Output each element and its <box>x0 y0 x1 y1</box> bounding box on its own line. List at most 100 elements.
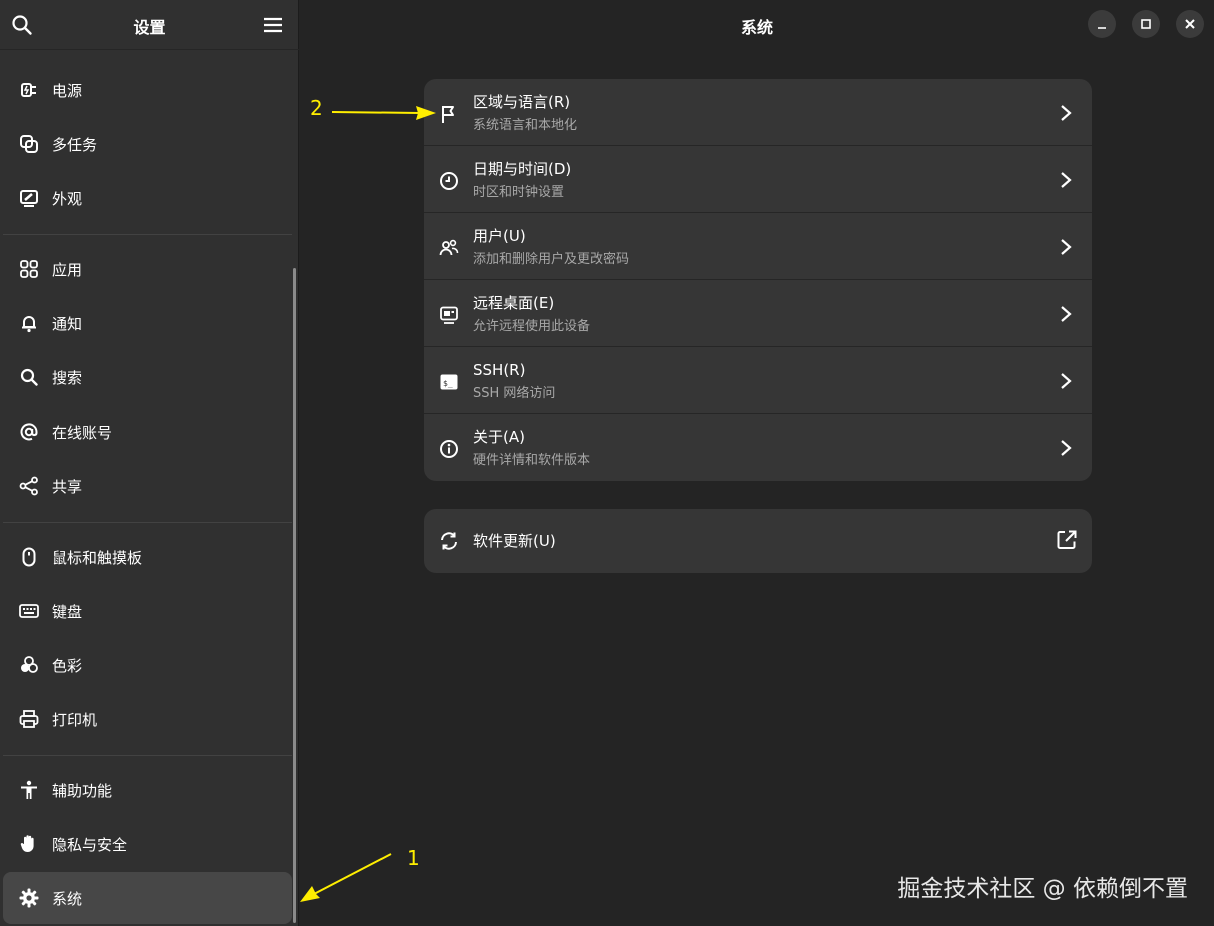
sidebar-item-label: 多任务 <box>52 135 98 154</box>
sidebar-item-keyboard[interactable]: 键盘 <box>3 585 292 637</box>
sidebar-item-label: 辅助功能 <box>52 781 113 800</box>
gear-icon <box>19 888 39 908</box>
minimize-icon <box>1098 27 1106 29</box>
row-about[interactable]: 关于(A) 硬件详情和软件版本 <box>424 414 1092 481</box>
sidebar-item-privacy-security[interactable]: 隐私与安全 <box>3 818 292 870</box>
sidebar: 设置 电源 多任务 外观 应用 通知 搜索 在线账号 共享 鼠标和触摸板 键盘 … <box>0 0 299 926</box>
sidebar-item-label: 系统 <box>52 889 83 908</box>
row-subtitle: 系统语言和本地化 <box>473 118 578 133</box>
sidebar-separator <box>3 234 292 235</box>
row-date-time[interactable]: 日期与时间(D) 时区和时钟设置 <box>424 146 1092 213</box>
row-title: 日期与时间(D) <box>473 160 572 178</box>
share-icon <box>19 476 39 496</box>
sidebar-item-label: 应用 <box>52 260 83 279</box>
remote-desktop-icon <box>438 304 460 326</box>
row-title: 远程桌面(E) <box>473 294 555 312</box>
row-ssh[interactable]: $_ SSH(R) SSH 网络访问 <box>424 347 1092 414</box>
bell-icon <box>19 313 39 333</box>
chevron-right-icon <box>1061 440 1072 456</box>
terminal-icon: $_ <box>438 371 460 393</box>
page-title: 系统 <box>740 18 773 37</box>
sidebar-item-system[interactable]: 系统 <box>3 872 292 924</box>
printer-icon <box>19 709 39 729</box>
sidebar-item-online-accounts[interactable]: 在线账号 <box>3 406 292 458</box>
annotation-number-1: 1 <box>407 846 420 870</box>
multitasking-icon <box>19 134 39 154</box>
maximize-icon <box>1141 19 1151 29</box>
flag-icon <box>438 103 460 125</box>
sidebar-item-label: 共享 <box>52 477 83 496</box>
sidebar-item-power[interactable]: 电源 <box>3 64 292 116</box>
power-plug-icon <box>19 80 39 100</box>
sidebar-item-label: 电源 <box>52 81 83 100</box>
row-software-update[interactable]: 软件更新(U) <box>424 509 1092 573</box>
sidebar-item-label: 键盘 <box>52 602 83 621</box>
sidebar-item-label: 鼠标和触摸板 <box>52 548 143 567</box>
chevron-right-icon <box>1061 105 1072 121</box>
row-title: 区域与语言(R) <box>473 93 571 111</box>
sidebar-item-notifications[interactable]: 通知 <box>3 297 292 349</box>
chevron-right-icon <box>1061 373 1072 389</box>
row-region-language[interactable]: 区域与语言(R) 系统语言和本地化 <box>424 79 1092 146</box>
row-users[interactable]: 用户(U) 添加和删除用户及更改密码 <box>424 213 1092 280</box>
sidebar-title: 设置 <box>133 18 166 37</box>
annotation-arrow-1 <box>300 853 392 902</box>
keyboard-icon <box>19 601 39 621</box>
sidebar-separator <box>3 522 292 523</box>
row-title: 用户(U) <box>473 227 526 245</box>
minimize-button[interactable] <box>1088 10 1116 38</box>
appearance-icon <box>19 188 39 208</box>
hamburger-menu-icon <box>264 17 282 33</box>
sidebar-header: 设置 <box>0 0 299 50</box>
row-subtitle: SSH 网络访问 <box>473 386 556 401</box>
sidebar-item-label: 色彩 <box>52 656 83 675</box>
refresh-icon <box>438 530 460 552</box>
sidebar-item-label: 搜索 <box>52 368 83 387</box>
sidebar-item-color[interactable]: 色彩 <box>3 639 292 691</box>
row-subtitle: 硬件详情和软件版本 <box>473 453 591 468</box>
sidebar-scrollbar[interactable] <box>293 268 296 923</box>
row-title: SSH(R) <box>473 361 526 379</box>
sidebar-item-accessibility[interactable]: 辅助功能 <box>3 764 292 816</box>
row-remote-desktop[interactable]: 远程桌面(E) 允许远程使用此设备 <box>424 280 1092 347</box>
hand-icon <box>19 834 39 854</box>
at-sign-icon <box>19 422 39 442</box>
watermark: 掘金技术社区 @ 依赖倒不置 <box>897 876 1188 902</box>
close-button[interactable] <box>1176 10 1204 38</box>
row-title: 软件更新(U) <box>473 532 556 550</box>
software-update-list: 软件更新(U) <box>424 509 1092 573</box>
apps-grid-icon <box>19 259 39 279</box>
search-icon <box>19 367 39 387</box>
maximize-button[interactable] <box>1132 10 1160 38</box>
sidebar-item-label: 隐私与安全 <box>52 835 128 854</box>
info-icon <box>438 438 460 460</box>
system-settings-list: 区域与语言(R) 系统语言和本地化 日期与时间(D) 时区和时钟设置 用户(U) 添加… <box>424 79 1092 481</box>
chevron-right-icon <box>1061 172 1072 188</box>
svg-text:$_: $_ <box>443 379 453 388</box>
sidebar-item-sharing[interactable]: 共享 <box>3 460 292 512</box>
sidebar-item-label: 在线账号 <box>52 423 113 442</box>
chevron-right-icon <box>1061 306 1072 322</box>
row-title: 关于(A) <box>473 428 525 446</box>
close-icon <box>1185 19 1195 29</box>
sidebar-separator <box>3 755 292 756</box>
sidebar-item-search[interactable]: 搜索 <box>3 351 292 403</box>
external-link-icon <box>1057 530 1077 549</box>
clock-icon <box>438 170 460 192</box>
chevron-right-icon <box>1061 239 1072 255</box>
accessibility-icon <box>19 780 39 800</box>
annotation-number-2: 2 <box>310 96 323 120</box>
sidebar-item-printers[interactable]: 打印机 <box>3 693 292 745</box>
sidebar-item-mouse-touchpad[interactable]: 鼠标和触摸板 <box>3 531 292 583</box>
sidebar-item-label: 外观 <box>52 189 83 208</box>
row-subtitle: 时区和时钟设置 <box>473 185 565 200</box>
sidebar-item-apps[interactable]: 应用 <box>3 243 292 295</box>
sidebar-item-appearance[interactable]: 外观 <box>3 172 292 224</box>
sidebar-item-multitasking[interactable]: 多任务 <box>3 118 292 170</box>
main-menu-button[interactable] <box>261 13 285 37</box>
users-icon <box>438 237 460 259</box>
sidebar-item-label: 打印机 <box>52 710 98 729</box>
color-icon <box>19 655 39 675</box>
row-subtitle: 添加和删除用户及更改密码 <box>473 252 630 267</box>
annotation-arrow-2 <box>331 106 436 120</box>
